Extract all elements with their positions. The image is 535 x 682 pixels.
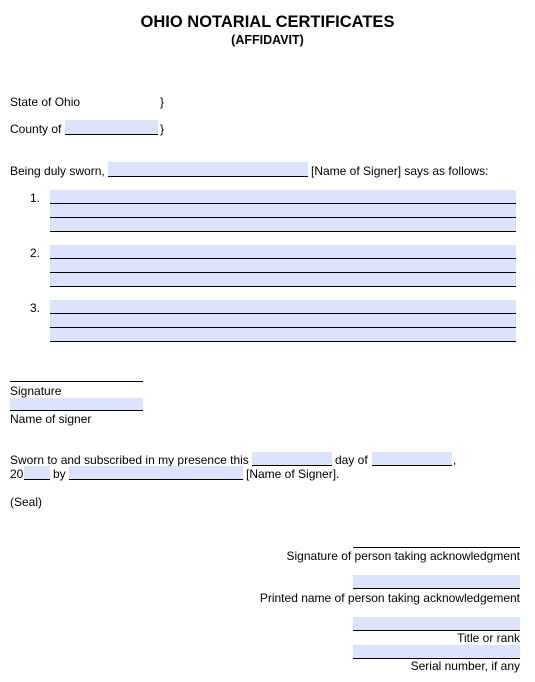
jurat-suffix: [Name of Signer]. — [246, 467, 340, 481]
signer-name-input[interactable] — [108, 162, 308, 177]
by-label: by — [53, 467, 66, 481]
day-input[interactable] — [252, 452, 332, 466]
sworn-prefix: Being duly sworn, — [10, 164, 105, 178]
county-input[interactable] — [65, 120, 158, 135]
name-of-signer-input[interactable] — [10, 398, 143, 411]
item-number-2: 2. — [30, 246, 41, 260]
officer-printed-name-input[interactable] — [353, 575, 520, 589]
month-input[interactable] — [372, 452, 452, 466]
seal-label: (Seal) — [10, 495, 43, 509]
officer-printed-name-label: Printed name of person taking acknowledg… — [259, 591, 520, 605]
jurat-text: Sworn to and subscribed in my presence t… — [10, 453, 249, 467]
officer-signature-label: Signature of person taking acknowledgmen… — [286, 549, 520, 563]
item-number-3: 3. — [30, 301, 41, 315]
officer-serial-input[interactable] — [353, 645, 520, 659]
statement-item-2-field[interactable] — [50, 245, 516, 287]
rule-line — [50, 258, 516, 259]
name-of-signer-label: Name of signer — [10, 412, 92, 426]
document-title: OHIO NOTARIAL CERTIFICATES — [140, 13, 395, 31]
item-number-1: 1. — [30, 191, 41, 205]
rule-line — [50, 272, 516, 273]
jurat-signer-input[interactable] — [69, 466, 243, 480]
rule-line — [50, 313, 516, 314]
rule-line — [50, 231, 516, 232]
rule-line — [50, 217, 516, 218]
officer-title-label: Title or rank — [457, 631, 520, 645]
county-brace: } — [160, 122, 165, 136]
state-brace: } — [160, 95, 165, 109]
day-of-label: day of — [335, 453, 368, 467]
signature-label: Signature — [10, 384, 62, 398]
year-input[interactable] — [24, 466, 50, 480]
rule-line — [50, 286, 516, 287]
signature-line[interactable] — [10, 381, 143, 382]
county-label: County of — [10, 122, 62, 136]
document-subtitle: (AFFIDAVIT) — [231, 33, 304, 47]
rule-line — [50, 341, 516, 342]
officer-signature-line[interactable] — [353, 547, 520, 548]
rule-line — [50, 203, 516, 204]
officer-title-input[interactable] — [353, 617, 520, 631]
officer-serial-label: Serial number, if any — [410, 659, 520, 673]
statement-item-1-field[interactable] — [50, 190, 516, 232]
rule-line — [50, 327, 516, 328]
sworn-suffix: [Name of Signer] says as follows: — [311, 164, 489, 178]
state-label: State of Ohio — [10, 95, 81, 109]
comma: , — [453, 453, 457, 467]
statement-item-3-field[interactable] — [50, 300, 516, 342]
year-prefix: 20 — [10, 467, 24, 481]
